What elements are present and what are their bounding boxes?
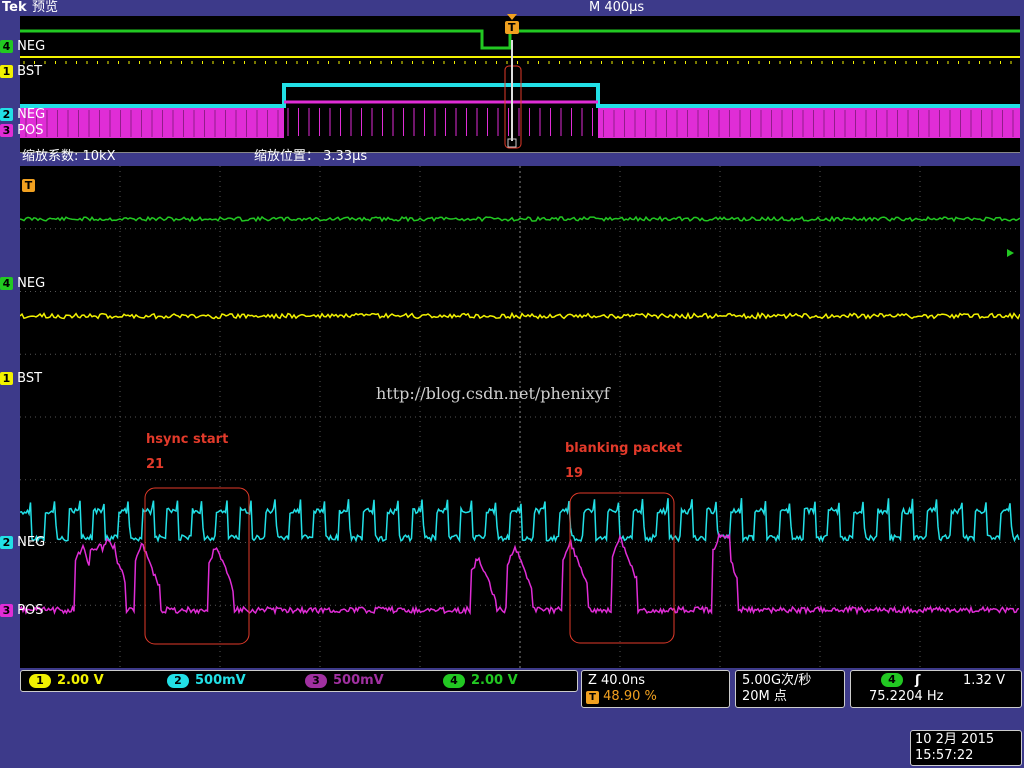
ch4-name: NEG — [17, 39, 46, 54]
sample-rate: 5.00G次/秒 — [742, 673, 812, 688]
datetime-box: 10 2月 2015 15:57:22 — [910, 730, 1022, 766]
ch3-badge: 3 — [0, 124, 13, 137]
zoom-label-ch2[interactable]: 2 NEG — [0, 536, 45, 550]
watermark: http://blog.csdn.net/phenixyf — [376, 384, 610, 403]
ch4-scale[interactable]: 4 2.00 V — [443, 673, 518, 689]
overview-trigger-marker[interactable]: T — [504, 14, 520, 40]
overview-label-ch2[interactable]: 2 NEG — [0, 108, 45, 122]
date: 10 2月 2015 — [915, 732, 995, 747]
overview-ch1-ticks — [23, 61, 1012, 64]
acquisition-box[interactable]: 5.00G次/秒 20M 点 — [735, 670, 845, 708]
trigger-frequency: 75.2204 Hz — [869, 689, 944, 704]
overview-waveforms — [20, 29, 1020, 149]
trigger-slope-icon: ʃ — [915, 673, 921, 688]
zoom-waveforms — [19, 166, 1021, 668]
time: 15:57:22 — [915, 748, 974, 763]
overview-label-ch3[interactable]: 3 POS — [0, 124, 43, 138]
zoom-info-row: 缩放系数: 10kX 缩放位置： 3.33µs — [20, 149, 1020, 165]
zoom-horizontal-box[interactable]: Z 40.0ns T 48.90 % — [581, 670, 730, 708]
ch1-name: BST — [17, 64, 43, 79]
annotation-hsync-count: 21 — [146, 457, 165, 472]
overview-window[interactable]: T — [20, 14, 1020, 153]
ch1-scale[interactable]: 1 2.00 V — [29, 673, 104, 689]
zoom-label-ch4[interactable]: 4 NEG — [0, 277, 45, 291]
overview-ch3-block-right — [598, 108, 1020, 138]
ch2-name: NEG — [17, 535, 46, 550]
annotation-blanking-title: blanking packet — [565, 441, 683, 456]
ch2-scale-badge: 2 — [167, 674, 189, 688]
ch4-name: NEG — [17, 276, 46, 291]
overview-label-ch1[interactable]: 1 BST — [0, 65, 42, 79]
trigger-pos-icon: T — [586, 691, 599, 704]
ch1-scale-badge: 1 — [29, 674, 51, 688]
ch2-badge: 2 — [0, 536, 13, 549]
overview-trigger-letter: T — [508, 21, 516, 34]
ch4-scale-value: 2.00 V — [471, 673, 518, 688]
trigger-position: T 48.90 % — [586, 689, 657, 705]
trigger-position-value: 48.90 % — [603, 689, 657, 704]
ch3-badge: 3 — [0, 604, 13, 617]
ch2-scale-value: 500mV — [195, 673, 246, 688]
ch3-scale-value: 500mV — [333, 673, 384, 688]
channel-scale-bar: 1 2.00 V 2 500mV 3 500mV 4 2.00 V — [20, 670, 578, 692]
ch2-name: NEG — [17, 107, 46, 122]
ch2-scale[interactable]: 2 500mV — [167, 673, 246, 689]
zoom-label-ch1[interactable]: 1 BST — [0, 372, 42, 386]
trigger-icon: T — [22, 179, 35, 192]
zoom-position: 缩放位置： 3.33µs — [254, 149, 368, 164]
ch3-scale[interactable]: 3 500mV — [305, 673, 384, 689]
ch4-scale-badge: 4 — [443, 674, 465, 688]
ch3-name: POS — [17, 603, 44, 618]
annotation-blanking-count: 19 — [565, 466, 584, 481]
ch4-badge: 4 — [0, 40, 13, 53]
record-length: 20M 点 — [742, 689, 787, 704]
zoom-factor: 缩放系数: 10kX — [22, 149, 116, 164]
brand-logo: Tek — [2, 0, 27, 15]
ch4-offset-marker — [1007, 249, 1014, 257]
zoom-timescale: Z 40.0ns — [588, 673, 645, 688]
graticule — [20, 166, 1020, 668]
ch3-scale-badge: 3 — [305, 674, 327, 688]
zoom-ch2-trace — [19, 498, 1020, 544]
overview-label-ch4[interactable]: 4 NEG — [0, 40, 45, 54]
zoom-trigger-marker[interactable]: T — [22, 174, 35, 193]
trigger-source-badge: 4 — [881, 673, 903, 687]
overview-ch4-trace — [20, 29, 1020, 50]
annotation-hsync-title: hsync start — [146, 432, 229, 447]
annotation-box-blanking — [569, 492, 675, 644]
ch4-badge: 4 — [0, 277, 13, 290]
ch1-name: BST — [17, 371, 43, 386]
zoom-label-ch3[interactable]: 3 POS — [0, 604, 43, 618]
ch2-badge: 2 — [0, 108, 13, 121]
timebase-readout[interactable]: M 400µs — [589, 0, 644, 16]
trigger-level: 1.32 V — [963, 673, 1005, 688]
zoom-waveform-window[interactable]: T http://blog.csdn.net/phenixyf hsync st… — [19, 166, 1021, 668]
ch1-badge: 1 — [0, 372, 13, 385]
mode-label: 预览 — [32, 0, 59, 15]
overview-ch3-ticks — [287, 108, 593, 136]
ch1-scale-value: 2.00 V — [57, 673, 104, 688]
trigger-box[interactable]: 4 ʃ 1.32 V 75.2204 Hz — [850, 670, 1022, 708]
ch1-badge: 1 — [0, 65, 13, 78]
ch3-name: POS — [17, 123, 44, 138]
